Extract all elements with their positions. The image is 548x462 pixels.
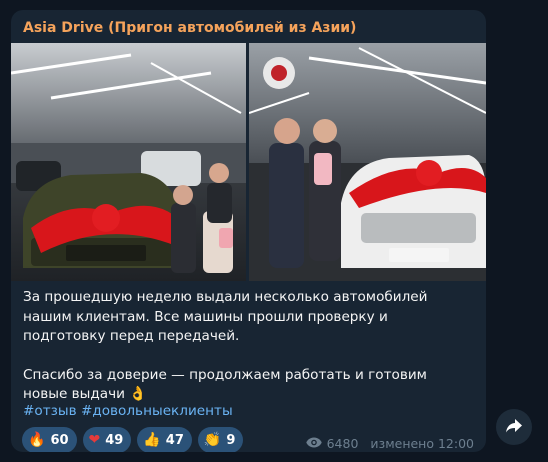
eye-icon bbox=[305, 436, 322, 451]
message-line: подготовку перед передачей. bbox=[23, 328, 240, 344]
reaction-count: 47 bbox=[165, 432, 184, 448]
reaction-count: 9 bbox=[226, 432, 236, 448]
photo-album bbox=[11, 43, 486, 281]
reaction-heart[interactable]: ❤ 49 bbox=[82, 427, 132, 452]
message-bubble: Asia Drive (Пригон автомобилей из Азии) bbox=[11, 10, 486, 452]
share-arrow-icon bbox=[506, 418, 522, 437]
reaction-clap[interactable]: 👏 9 bbox=[197, 427, 244, 452]
message-text: За прошедшую неделю выдали несколько авт… bbox=[23, 288, 478, 405]
channel-author-name[interactable]: Asia Drive (Пригон автомобилей из Азии) bbox=[23, 20, 356, 36]
message-line: новые выдачи 👌 bbox=[23, 385, 478, 405]
reactions-bar: 🔥 60 ❤ 49 👍 47 👏 9 bbox=[22, 427, 244, 452]
reaction-fire[interactable]: 🔥 60 bbox=[22, 427, 77, 452]
hashtag-link[interactable]: #отзыв bbox=[23, 403, 77, 419]
message-line: нашим клиентам. Все машины прошли провер… bbox=[23, 308, 388, 325]
clap-icon: 👏 bbox=[203, 432, 222, 448]
message-meta: 6480 изменено 12:00 bbox=[305, 436, 474, 451]
hashtags: #отзыв #довольныеклиенты bbox=[23, 403, 233, 419]
edited-time: изменено 12:00 bbox=[370, 436, 474, 451]
message-line-text: новые выдачи bbox=[23, 386, 125, 402]
reaction-count: 49 bbox=[105, 432, 124, 448]
message-line: Спасибо за доверие — продолжаем работать… bbox=[23, 366, 427, 383]
reaction-thumbs-up[interactable]: 👍 47 bbox=[137, 427, 192, 452]
message-line: За прошедшую неделю выдали несколько авт… bbox=[23, 289, 428, 305]
photo-car-delivery-white-suv-image bbox=[249, 43, 486, 281]
photo-2[interactable] bbox=[249, 43, 486, 281]
photo-car-delivery-dark-suv-image bbox=[11, 43, 246, 281]
photo-1[interactable] bbox=[11, 43, 246, 281]
ok-hand-emoji-icon: 👌 bbox=[128, 386, 147, 402]
heart-icon: ❤ bbox=[88, 432, 101, 448]
share-button[interactable] bbox=[496, 409, 532, 445]
hashtag-link[interactable]: #довольныеклиенты bbox=[81, 403, 233, 419]
reaction-count: 60 bbox=[50, 432, 69, 448]
thumbs-up-icon: 👍 bbox=[143, 432, 161, 448]
view-count: 6480 bbox=[326, 436, 359, 451]
fire-icon: 🔥 bbox=[28, 432, 46, 448]
